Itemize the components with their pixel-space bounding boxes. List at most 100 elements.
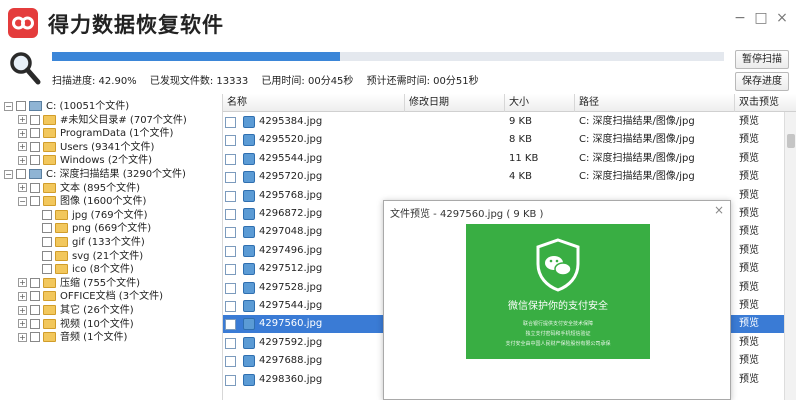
preview-link[interactable]: 预览 [739,260,759,278]
column-header-path[interactable]: 路径 [575,94,735,112]
expand-icon[interactable]: + [18,142,27,152]
tree-item[interactable]: − C: 深度扫描结果 (3290个文件) [4,168,186,181]
row-checkbox[interactable] [225,135,236,147]
row-checkbox[interactable] [225,301,236,312]
expand-icon[interactable]: + [18,319,27,329]
tree-item[interactable]: − C: (10051个文件) [4,100,129,113]
table-row[interactable]: 4295544.jpg 11 KB C: 深度扫描结果/图像/jpg 预览 [223,150,785,168]
preview-close-icon[interactable]: × [714,203,724,217]
preview-link[interactable]: 预览 [739,279,759,297]
row-checkbox[interactable] [225,282,236,294]
tree-item-checkbox[interactable] [30,182,40,193]
folder-icon [43,114,56,125]
tree-item[interactable]: png (669个文件) [30,222,151,235]
preview-link[interactable]: 预览 [739,205,759,223]
row-checkbox[interactable] [225,117,236,128]
tree-item[interactable]: ico (8个文件) [30,263,134,276]
folder-icon [43,332,56,343]
tree-item-checkbox[interactable] [16,169,26,179]
tree-item-checkbox[interactable] [42,264,52,275]
preview-link[interactable]: 预览 [739,334,759,352]
preview-link[interactable]: 预览 [739,131,759,149]
expand-icon[interactable]: + [18,115,27,125]
collapse-icon[interactable]: − [4,169,13,179]
tree-item[interactable]: gif (133个文件) [30,236,145,249]
preview-link[interactable]: 预览 [739,371,759,389]
file-path: C: 深度扫描结果/图像/jpg [579,116,695,127]
preview-link[interactable]: 预览 [739,223,759,241]
tree-item-checkbox[interactable] [30,128,40,139]
preview-line: 支付安全由中国人民财产保险股份有限公司承保 [505,341,611,347]
column-header-date[interactable]: 修改日期 [405,94,505,112]
row-checkbox[interactable] [225,356,236,368]
tree-item-checkbox[interactable] [16,101,26,111]
expand-icon[interactable]: + [18,183,27,193]
preview-link[interactable]: 预览 [739,168,759,186]
preview-link[interactable]: 预览 [739,150,759,168]
preview-link[interactable]: 预览 [739,242,759,260]
tree-item[interactable]: + 音频 (1个文件) [18,331,127,344]
preview-link[interactable]: 预览 [739,297,759,315]
tree-item-checkbox[interactable] [30,141,40,152]
expand-icon[interactable]: + [18,332,27,342]
tree-item[interactable]: jpg (769个文件) [30,209,148,222]
row-checkbox[interactable] [225,337,236,349]
tree-item-checkbox[interactable] [30,291,40,302]
tree-item-checkbox[interactable] [30,155,40,166]
row-checkbox[interactable] [225,264,236,276]
tree-item-checkbox[interactable] [42,250,52,261]
minimize-icon[interactable]: − [732,10,748,26]
row-checkbox[interactable] [225,319,236,331]
tree-item[interactable]: + OFFICE文档 (3个文件) [18,290,163,303]
expand-icon[interactable]: + [18,305,27,315]
tree-item[interactable]: svg (21个文件) [30,250,143,263]
save-progress-button[interactable]: 保存进度 [735,72,789,91]
tree-item[interactable]: − 图像 (1600个文件) [18,195,146,208]
table-row[interactable]: 4295520.jpg 8 KB C: 深度扫描结果/图像/jpg 预览 [223,131,785,149]
vertical-scrollbar[interactable] [784,112,796,400]
tree-item-checkbox[interactable] [42,237,52,247]
table-row[interactable]: 4295384.jpg 9 KB C: 深度扫描结果/图像/jpg 预览 [223,113,785,131]
close-icon[interactable]: × [774,10,790,26]
preview-link[interactable]: 预览 [739,315,759,333]
tree-item[interactable]: + Windows (2个文件) [18,154,152,167]
expand-icon[interactable]: + [18,155,27,165]
expand-icon[interactable]: + [18,278,27,288]
tree-item-checkbox[interactable] [30,318,40,329]
tree-item-checkbox[interactable] [30,332,40,343]
tree-item[interactable]: + 其它 (26个文件) [18,304,134,317]
scrollbar-thumb[interactable] [787,134,795,148]
table-row[interactable]: 4295720.jpg 4 KB C: 深度扫描结果/图像/jpg 预览 [223,168,785,186]
preview-link[interactable]: 预览 [739,352,759,370]
expand-icon[interactable]: + [18,128,27,138]
tree-item-checkbox[interactable] [42,209,52,220]
maximize-icon[interactable]: □ [753,10,769,26]
preview-link[interactable]: 预览 [739,187,759,205]
collapse-icon[interactable]: − [4,101,13,111]
expand-icon[interactable]: + [18,291,27,301]
tree-item[interactable]: + 视频 (10个文件) [18,318,134,331]
row-checkbox[interactable] [225,190,236,202]
collapse-icon[interactable]: − [18,196,27,206]
column-header-size[interactable]: 大小 [505,94,575,112]
row-checkbox[interactable] [225,209,236,220]
tree-item[interactable]: + 压缩 (755个文件) [18,277,140,290]
row-checkbox[interactable] [225,374,236,386]
row-checkbox[interactable] [225,227,236,239]
tree-item-checkbox[interactable] [30,114,40,125]
tree-item[interactable]: + 文本 (895个文件) [18,182,140,195]
tree-item[interactable]: + ProgramData (1个文件) [18,127,173,140]
row-checkbox[interactable] [225,153,236,165]
row-checkbox[interactable] [225,245,236,257]
tree-item-checkbox[interactable] [30,305,40,315]
tree-item[interactable]: + Users (9341个文件) [18,141,154,154]
row-checkbox[interactable] [225,172,236,184]
column-header-preview[interactable]: 双击预览 [735,94,796,112]
column-header-name[interactable]: 名称 [223,94,405,112]
tree-item-checkbox[interactable] [30,277,40,288]
tree-item-checkbox[interactable] [42,223,52,234]
tree-item[interactable]: + #未知父目录# (707个文件) [18,114,187,127]
pause-scan-button[interactable]: 暂停扫描 [735,50,789,69]
tree-item-checkbox[interactable] [30,196,40,207]
preview-link[interactable]: 预览 [739,113,759,131]
